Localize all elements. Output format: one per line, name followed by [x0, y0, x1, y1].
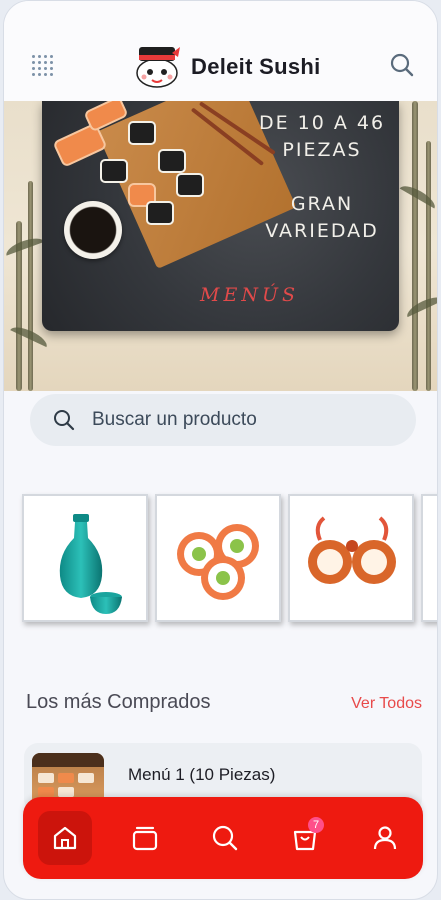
category-card-sake[interactable] — [22, 494, 148, 622]
search-icon — [54, 410, 75, 431]
bamboo-decoration — [426, 141, 431, 391]
home-icon — [53, 826, 77, 850]
app-screen: Deleit Sushi DE 10 A 46 PIEZAS GRAN VARI… — [3, 0, 438, 900]
nav-home[interactable] — [38, 811, 92, 865]
category-card-salmon-rolls[interactable] — [155, 494, 281, 622]
user-icon — [373, 826, 397, 850]
catalog-icon — [132, 826, 158, 851]
search-icon[interactable] — [389, 52, 415, 78]
product-name: Menú 1 (10 Piezas) — [128, 765, 276, 784]
shrimp-roll-icon — [308, 516, 396, 584]
maki-roll — [128, 121, 156, 145]
brand-name: Deleit Sushi — [191, 54, 321, 79]
banner-line: VARIEDAD — [265, 220, 379, 242]
sushi-mascot-icon — [136, 47, 180, 88]
maki-roll — [100, 159, 128, 183]
maki-roll — [158, 149, 186, 173]
nav-profile[interactable] — [358, 811, 412, 865]
search-input[interactable] — [92, 406, 392, 434]
nav-catalog[interactable] — [118, 811, 172, 865]
bamboo-leaf — [4, 234, 45, 256]
bottom-navigation: 7 — [23, 797, 423, 879]
bamboo-decoration — [412, 101, 418, 391]
app-header: Deleit Sushi — [4, 1, 437, 101]
soy-sauce-bowl — [64, 201, 122, 259]
salmon-roll-icon — [177, 524, 259, 600]
banner-line: DE 10 A 46 — [258, 112, 386, 134]
bamboo-leaf — [399, 181, 437, 209]
category-card-more[interactable] — [421, 494, 437, 622]
product-search-bar[interactable] — [30, 394, 416, 446]
category-carousel[interactable] — [4, 494, 437, 624]
promo-banner[interactable]: DE 10 A 46 PIEZAS GRAN VARIEDAD MENÚS — [4, 101, 437, 391]
slate-plate: DE 10 A 46 PIEZAS GRAN VARIEDAD MENÚS — [42, 101, 399, 331]
maki-roll — [176, 173, 204, 197]
banner-line: PIEZAS — [282, 139, 362, 161]
bamboo-decoration — [28, 181, 33, 391]
sake-bottle-icon — [59, 514, 122, 614]
section-title: Los más Comprados — [26, 691, 211, 713]
cart-count-badge: 7 — [308, 817, 324, 833]
search-icon — [212, 825, 238, 851]
category-card-shrimp-rolls[interactable] — [288, 494, 414, 622]
banner-line: GRAN — [290, 193, 354, 215]
bamboo-leaf — [404, 292, 437, 318]
banner-menus-label: MENÚS — [200, 284, 299, 306]
nav-search[interactable] — [198, 811, 252, 865]
see-all-link[interactable]: Ver Todos — [351, 695, 422, 713]
maki-roll — [146, 201, 174, 225]
grid-dots-icon[interactable] — [32, 55, 54, 77]
nav-cart[interactable]: 7 — [278, 811, 332, 865]
